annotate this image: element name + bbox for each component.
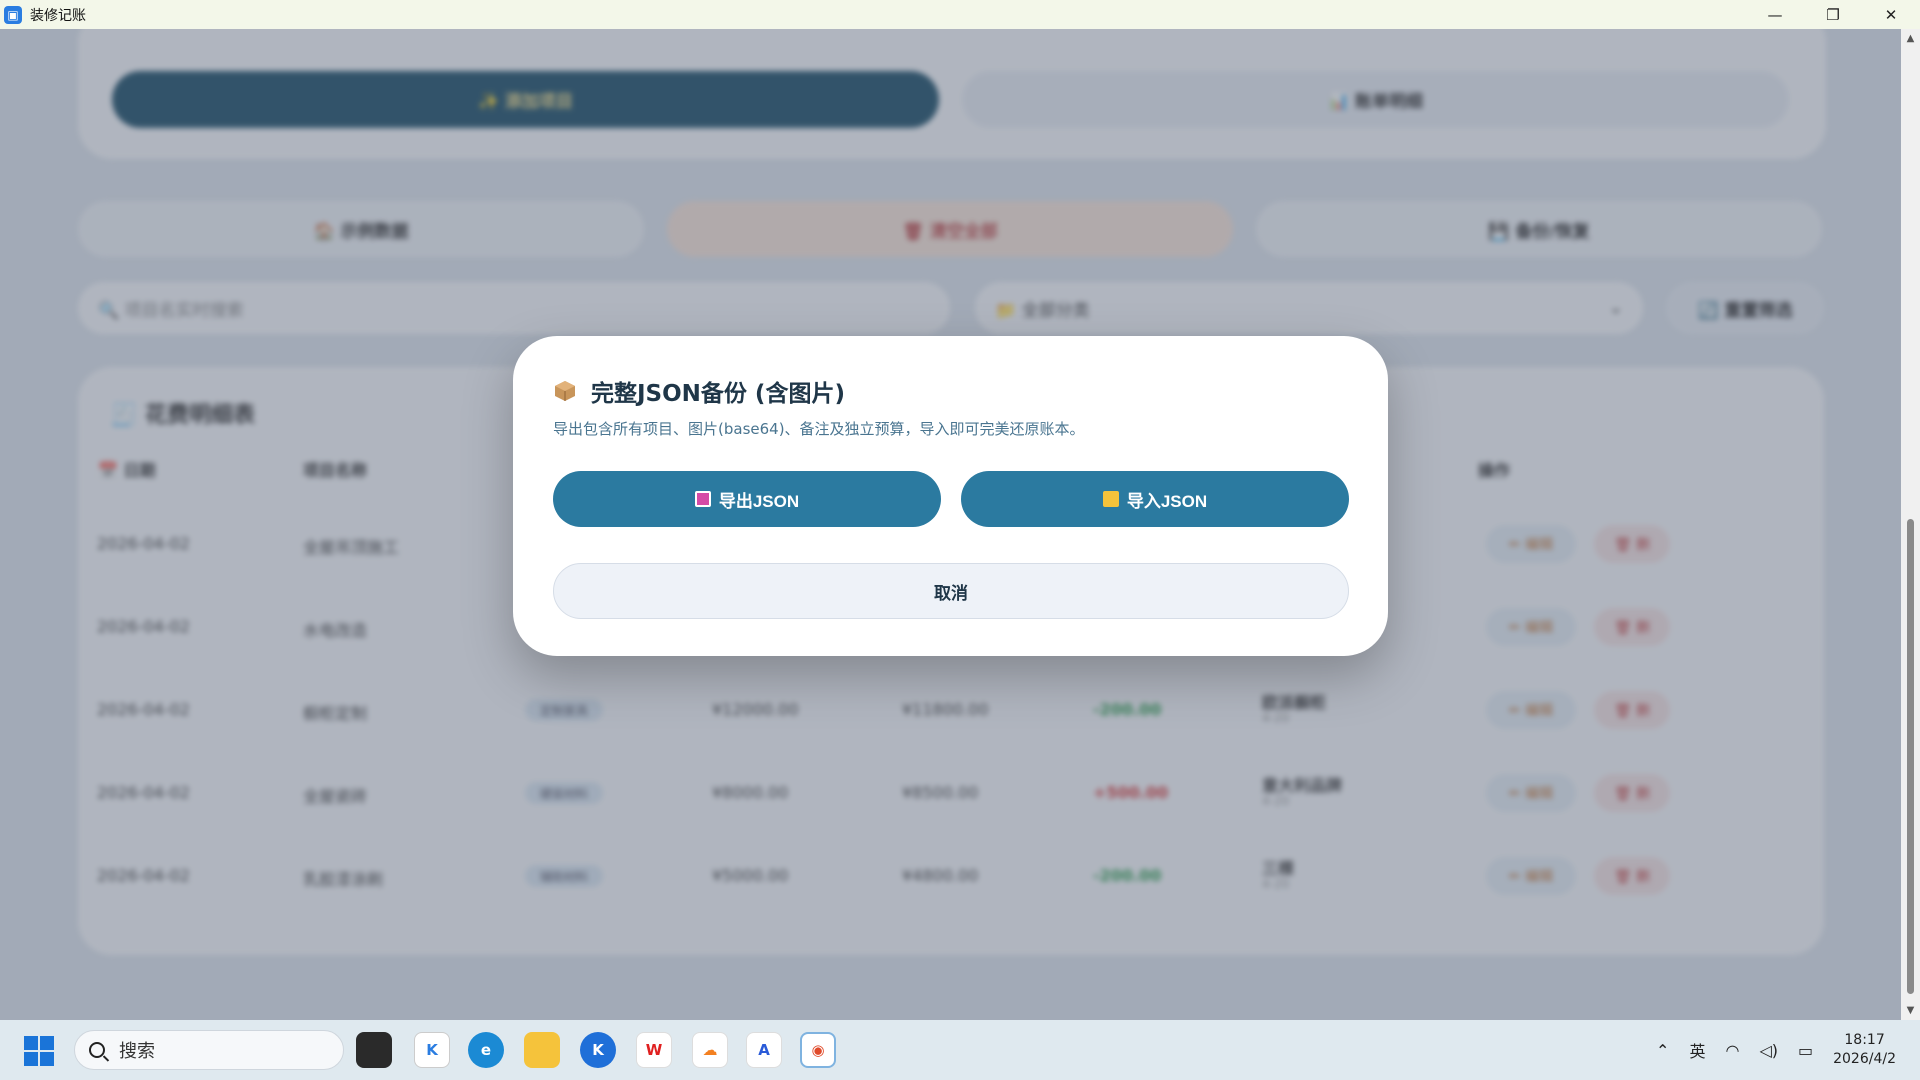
edge-browser-icon[interactable]: e	[468, 1032, 504, 1068]
translate-app-icon[interactable]: A	[746, 1032, 782, 1068]
modal-description: 导出包含所有项目、图片(base64)、备注及独立预算，导入即可完美还原账本。	[553, 420, 1085, 438]
cloud-app-icon[interactable]: ☁	[692, 1032, 728, 1068]
wifi-icon[interactable]: ◠	[1725, 1041, 1739, 1060]
app-icon: ▣	[4, 5, 22, 24]
modal-title: 完整JSON备份 (含图片)	[553, 374, 845, 408]
close-button[interactable]: ✕	[1862, 0, 1920, 29]
import-json-label: 导入JSON	[1126, 491, 1208, 511]
import-json-button[interactable]: 导入JSON	[961, 471, 1349, 527]
minimize-button[interactable]: —	[1746, 0, 1804, 29]
volume-icon[interactable]: ◁)	[1759, 1041, 1778, 1060]
scroll-up-arrow-icon[interactable]: ▲	[1905, 33, 1916, 44]
export-json-label: 导出JSON	[718, 491, 800, 511]
scrollbar-thumb[interactable]	[1907, 519, 1914, 994]
active-app-icon[interactable]: ◉	[800, 1032, 836, 1068]
package-icon	[553, 379, 577, 403]
k-app-icon[interactable]: K	[580, 1032, 616, 1068]
export-json-button[interactable]: 导出JSON	[553, 471, 941, 527]
cancel-button[interactable]: 取消	[553, 563, 1349, 619]
battery-icon[interactable]: ▭	[1798, 1041, 1813, 1060]
kuaike-app-icon[interactable]: K	[414, 1032, 450, 1068]
clock-date: 2026/4/2	[1833, 1051, 1896, 1067]
ime-indicator[interactable]: 英	[1689, 1038, 1705, 1062]
window-controls: — ❐ ✕	[1746, 0, 1920, 29]
title-bar: ▣ 装修记账 — ❐ ✕	[0, 0, 1920, 29]
folder-icon	[1102, 491, 1119, 507]
tray-chevron-up-icon[interactable]: ⌃	[1656, 1041, 1669, 1060]
task-view-icon[interactable]	[356, 1032, 392, 1068]
backup-modal: 完整JSON备份 (含图片) 导出包含所有项目、图片(base64)、备注及独立…	[513, 336, 1388, 656]
system-tray: ⌃ 英 ◠ ◁) ▭ 18:17 2026/4/2	[1656, 1020, 1920, 1080]
window-title: 装修记账	[30, 7, 86, 24]
scroll-down-arrow-icon[interactable]: ▼	[1905, 1005, 1916, 1016]
floppy-disk-icon	[694, 491, 711, 507]
windows-start-icon[interactable]	[24, 1036, 54, 1066]
file-explorer-icon[interactable]	[524, 1032, 560, 1068]
search-icon	[89, 1042, 105, 1058]
clock-time: 18:17	[1844, 1032, 1885, 1048]
cancel-label: 取消	[934, 583, 968, 603]
modal-title-text: 完整JSON备份 (含图片)	[591, 381, 845, 407]
taskbar: 搜索 K e K W ☁ A ◉ ⌃ 英 ◠ ◁) ▭ 18:17 2026/4…	[0, 1020, 1920, 1080]
clock[interactable]: 18:17 2026/4/2	[1833, 1031, 1896, 1069]
taskbar-search[interactable]: 搜索	[74, 1030, 344, 1070]
scrollbar[interactable]: ▲ ▼	[1901, 29, 1920, 1020]
taskbar-search-label: 搜索	[119, 1041, 155, 1062]
wps-office-icon[interactable]: W	[636, 1032, 672, 1068]
maximize-button[interactable]: ❐	[1804, 0, 1862, 29]
